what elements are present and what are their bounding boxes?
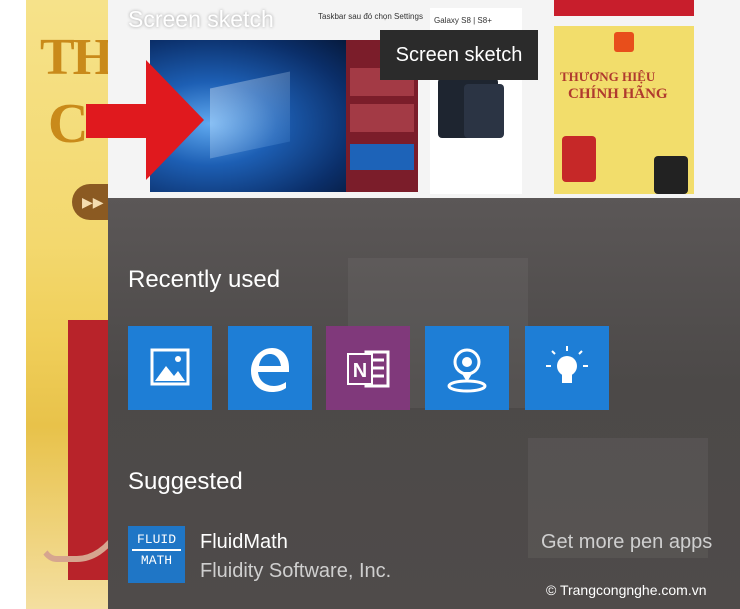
onenote-icon: N (347, 350, 390, 388)
logo-text-line-2: MATH (140, 553, 173, 568)
svg-text:N: N (353, 360, 367, 382)
edge-app-tile[interactable] (228, 326, 312, 410)
ink-workspace-panel: Recently used N Suggested FLUID MATH Flu… (108, 198, 740, 609)
photos-app-tile[interactable] (128, 326, 212, 410)
logo-text-line-1: FLUID (136, 532, 176, 547)
maps-app-tile[interactable] (425, 326, 509, 410)
suggested-heading: Suggested (128, 468, 243, 495)
fluidmath-logo[interactable]: FLUID MATH (128, 526, 185, 583)
handbag-image-2 (654, 156, 688, 194)
promo-heading-2: CHÍNH HÃNG (568, 86, 668, 102)
photos-icon (150, 348, 190, 386)
handbag-image (562, 136, 596, 182)
promo-letter: C (48, 93, 89, 155)
shop-promo-preview: THƯƠNG HIỆU CHÍNH HÃNG (554, 26, 694, 194)
red-arrow-icon (86, 60, 204, 180)
edge-icon (251, 348, 289, 392)
play-icon: ▶▶ (72, 184, 108, 220)
promo-heading-1: THƯƠNG HIỆU (560, 69, 656, 84)
get-more-pen-apps-link[interactable]: Get more pen apps (541, 531, 712, 554)
suggested-app-publisher: Fluidity Software, Inc. (200, 560, 392, 582)
phone-image-2 (464, 84, 504, 138)
article-text-snippet: Taskbar sau đó chọn Settings (318, 12, 423, 21)
tooltip: Screen sketch (380, 30, 538, 80)
shoe-image (36, 400, 108, 562)
lightbulb-icon (546, 346, 588, 383)
maps-icon (447, 348, 487, 393)
shop-bag-icon (614, 32, 634, 52)
product-label: Galaxy S8 | S8+ (434, 16, 492, 25)
onenote-app-tile[interactable]: N (326, 326, 410, 410)
watermark: © Trangcongnghe.com.vn (546, 582, 707, 598)
tips-app-tile[interactable] (525, 326, 609, 410)
promo-header-bar (554, 0, 694, 16)
recently-used-heading: Recently used (128, 266, 281, 293)
window-title: Screen sketch (128, 6, 274, 32)
suggested-app-name[interactable]: FluidMath (200, 531, 288, 554)
